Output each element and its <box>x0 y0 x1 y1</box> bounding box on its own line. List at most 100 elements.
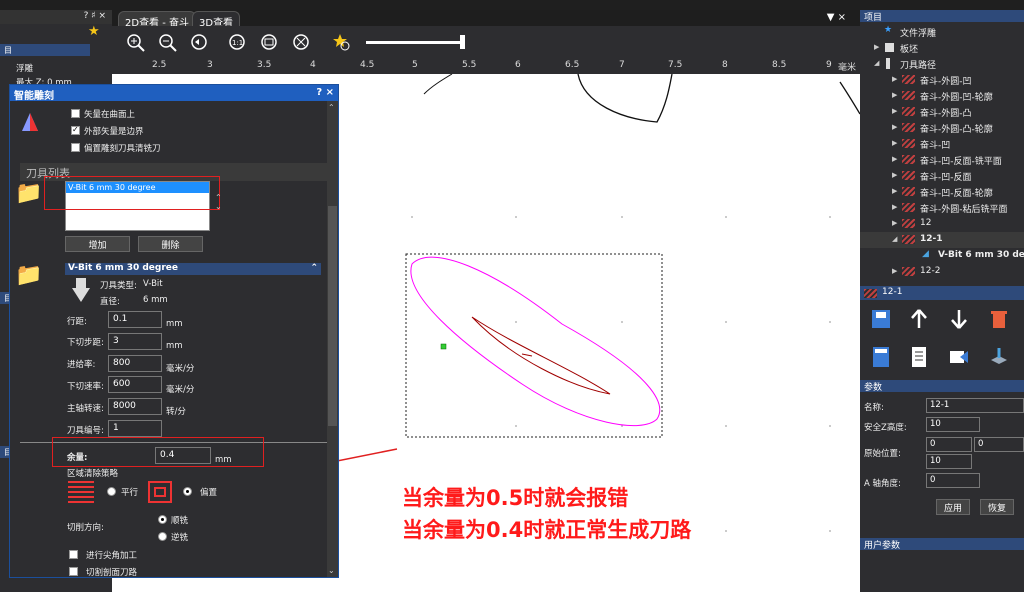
expand-arrow-icon[interactable]: ▶ <box>892 155 897 163</box>
expand-arrow-icon[interactable]: ▶ <box>892 91 897 99</box>
tree-item-tool[interactable]: ◢ V-Bit 6 mm 30 de <box>860 248 1024 264</box>
simulate-icon[interactable] <box>986 344 1012 370</box>
home-y-input[interactable]: 0 <box>974 437 1024 452</box>
safe-z-input[interactable]: 10 <box>926 417 980 432</box>
checkbox-offset-clear[interactable] <box>71 143 80 152</box>
left-panel-controls[interactable]: ? ♯ × <box>84 11 106 21</box>
tree-item-block[interactable]: ▶ 板坯 <box>860 40 1024 56</box>
toolpath-icon <box>902 187 915 196</box>
tool-number-input[interactable]: 1 <box>108 420 162 437</box>
tree-item-toolpath[interactable]: ▶ 奋斗-凹-反面-铣平面 <box>860 152 1024 168</box>
a-axis-label: A 轴角度: <box>864 479 901 489</box>
move-up-icon[interactable] <box>906 306 932 332</box>
collapse-arrow-icon[interactable]: ◢ <box>892 235 897 243</box>
expand-arrow-icon[interactable]: ▶ <box>892 219 897 227</box>
spindle-speed-input[interactable]: 8000 <box>108 398 162 415</box>
list-scroll-icon[interactable]: ⌃ ⌄ <box>215 193 222 211</box>
checkbox-corner-sharpen[interactable] <box>69 550 78 559</box>
magenta-outline-vector[interactable] <box>410 256 661 427</box>
stepover-input[interactable]: 0.1 <box>108 311 162 328</box>
left-item-relief[interactable]: 浮雕 <box>16 62 33 74</box>
document-icon[interactable] <box>906 344 932 370</box>
reset-button[interactable]: 恢复 <box>980 499 1014 515</box>
expand-arrow-icon[interactable]: ▶ <box>892 123 897 131</box>
dialog-title-bar[interactable]: 智能雕刻 ? × <box>10 85 338 102</box>
radio-climb[interactable] <box>158 515 167 524</box>
zoom-slider-track[interactable] <box>366 41 464 44</box>
node-handle[interactable] <box>440 343 447 350</box>
radio-conventional[interactable] <box>158 532 167 541</box>
tool-header[interactable]: V-Bit 6 mm 30 degree ⌃ <box>65 263 321 275</box>
collapse-arrow-icon[interactable]: ◢ <box>874 59 879 67</box>
plunge-rate-input[interactable]: 600 <box>108 376 162 393</box>
dialog-scrollbar[interactable]: ⌃ ⌄ <box>327 101 338 577</box>
zoom-slider-handle[interactable] <box>460 35 465 49</box>
expand-arrow-icon[interactable]: ▶ <box>892 187 897 195</box>
tree-item-toolpath[interactable]: ▶ 12 <box>860 216 1024 232</box>
red-toolpath[interactable] <box>471 316 611 395</box>
move-down-icon[interactable] <box>946 306 972 332</box>
user-params-header: 用户参数 <box>860 538 1024 551</box>
zoom-previous-icon[interactable] <box>188 31 212 55</box>
expand-arrow-icon[interactable]: ▶ <box>874 43 879 51</box>
collapse-icon[interactable]: ⌃ <box>310 263 318 273</box>
delete-icon[interactable] <box>986 306 1012 332</box>
tree-item-toolpath[interactable]: ▶ 奋斗-外圆-粘后铣平面 <box>860 200 1024 216</box>
zoom-extents-icon[interactable] <box>290 31 314 55</box>
checkbox-outer-vector-boundary[interactable] <box>71 125 80 135</box>
expand-arrow-icon[interactable]: ▶ <box>892 139 897 147</box>
black-curve-left[interactable] <box>423 73 453 95</box>
checkbox-profile-cut[interactable] <box>69 567 78 576</box>
tree-item-toolpath[interactable]: ▶ 奋斗-凹 <box>860 136 1024 152</box>
black-curve-right[interactable] <box>839 81 861 115</box>
annotation-line-1: 当余量为0.5时就会报错 <box>402 486 629 510</box>
calculator-icon[interactable] <box>868 344 894 370</box>
a-axis-input[interactable]: 0 <box>926 473 980 488</box>
expand-arrow-icon[interactable]: ▶ <box>892 75 897 83</box>
tree-item-toolpaths[interactable]: ◢ 刀具路径 <box>860 56 1024 72</box>
dialog-controls[interactable]: ? × <box>316 87 334 98</box>
scroll-down-icon[interactable]: ⌄ <box>328 566 335 575</box>
radio-parallel[interactable] <box>107 487 116 496</box>
tab-menu-icon[interactable]: ▼ × <box>827 12 846 23</box>
add-tool-button[interactable]: 增加 <box>65 236 130 252</box>
radio-offset[interactable] <box>183 487 192 496</box>
tree-item-relief-file[interactable]: ★ 文件浮雕 <box>860 24 1024 40</box>
ruler-tick: 7.5 <box>668 60 683 70</box>
star-icon[interactable]: ★ <box>88 24 100 39</box>
apply-button[interactable]: 应用 <box>936 499 970 515</box>
zoom-out-icon[interactable] <box>156 31 180 55</box>
scroll-up-icon[interactable]: ⌃ <box>328 103 335 112</box>
tree-item-toolpath[interactable]: ▶ 奋斗-外圆-凹 <box>860 72 1024 88</box>
folder-icon[interactable]: 📁 <box>15 181 42 206</box>
tab-2d-view[interactable]: 2D查看 - 奋斗 <box>118 11 197 29</box>
tree-item-toolpath[interactable]: ▶ 12-2 <box>860 264 1024 280</box>
stepdown-input[interactable]: 3 <box>108 333 162 350</box>
folder-icon-2[interactable]: 📁 <box>15 263 42 288</box>
tree-item-toolpath[interactable]: ▶ 奋斗-凹-反面-轮廓 <box>860 184 1024 200</box>
tree-item-toolpath[interactable]: ▶ 奋斗-外圆-凸 <box>860 104 1024 120</box>
expand-arrow-icon[interactable]: ▶ <box>892 171 897 179</box>
save-calculate-icon[interactable] <box>868 306 894 332</box>
tab-3d-view[interactable]: 3D查看 <box>192 11 241 29</box>
zoom-box-icon[interactable] <box>258 31 282 55</box>
zoom-in-icon[interactable] <box>124 31 148 55</box>
zoom-1to1-icon[interactable]: 1:1 <box>226 31 250 55</box>
tree-item-toolpath[interactable]: ▶ 奋斗-外圆-凹-轮廓 <box>860 88 1024 104</box>
feedrate-input[interactable]: 800 <box>108 355 162 372</box>
highlight-zoom-icon[interactable] <box>330 31 354 55</box>
tree-item-toolpath[interactable]: ▶ 奋斗-外圆-凸-轮廓 <box>860 120 1024 136</box>
tree-item-toolpath-selected[interactable]: ◢ 12-1 <box>860 232 1024 248</box>
scroll-thumb[interactable] <box>328 206 337 426</box>
expand-arrow-icon[interactable]: ▶ <box>892 107 897 115</box>
expand-arrow-icon[interactable]: ▶ <box>892 267 897 275</box>
preview-icon[interactable] <box>946 344 972 370</box>
tree-item-toolpath[interactable]: ▶ 奋斗-凹-反面 <box>860 168 1024 184</box>
home-x-input[interactable]: 0 <box>926 437 972 452</box>
black-curve[interactable] <box>577 73 673 123</box>
name-input[interactable]: 12-1 <box>926 398 1024 413</box>
delete-tool-button[interactable]: 删除 <box>138 236 203 252</box>
expand-arrow-icon[interactable]: ▶ <box>892 203 897 211</box>
home-z-input[interactable]: 10 <box>926 454 972 469</box>
checkbox-vector-on-surface[interactable] <box>71 109 80 118</box>
